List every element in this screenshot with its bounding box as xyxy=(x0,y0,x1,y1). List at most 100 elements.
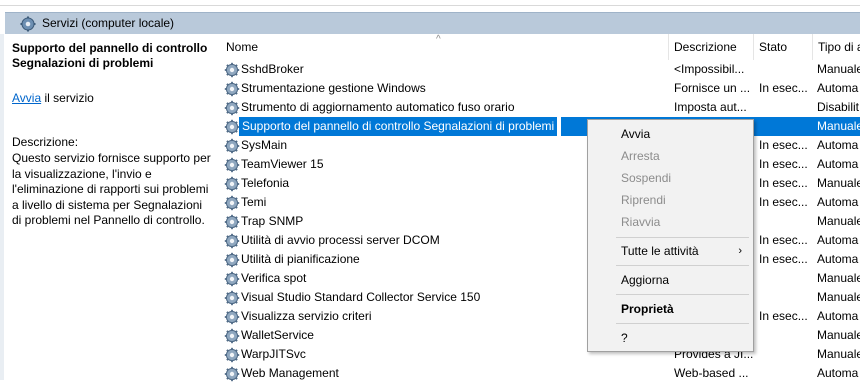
table-row[interactable]: TeamViewer 15 In esec... Automa xyxy=(221,155,860,174)
table-row[interactable]: Strumentazione gestione Windows Fornisce … xyxy=(221,79,860,98)
service-name: Visual Studio Standard Collector Service… xyxy=(241,290,481,304)
menu-item-all-tasks[interactable]: Tutte le attività › xyxy=(588,240,753,262)
menu-item-restart[interactable]: Riavvia xyxy=(588,211,753,233)
menu-separator xyxy=(616,237,749,238)
service-startup-type: Manuale xyxy=(817,290,860,304)
service-name: Utilità di avvio processi server DCOM xyxy=(241,233,440,247)
services-list[interactable]: ^ Nome Descrizione Stato Tipo di a SshdB… xyxy=(216,34,860,383)
service-gear-icon xyxy=(224,214,240,230)
service-startup-type: Manuale xyxy=(817,62,860,76)
service-startup-type: Automa xyxy=(817,138,859,152)
service-status: In esec... xyxy=(759,195,808,209)
table-row[interactable]: Verifica spot Manuale xyxy=(221,269,860,288)
window-top-edge xyxy=(0,0,860,6)
service-description: <Impossibil... xyxy=(674,62,745,76)
menu-separator xyxy=(616,265,749,266)
table-row[interactable]: SshdBroker <Impossibil... Manuale xyxy=(221,60,860,79)
service-gear-icon xyxy=(224,100,240,116)
service-gear-icon xyxy=(224,309,240,325)
service-name: Strumento di aggiornamento automatico fu… xyxy=(241,100,515,114)
service-status: In esec... xyxy=(759,176,808,190)
service-gear-icon xyxy=(224,252,240,268)
service-name: Visualizza servizio criteri xyxy=(241,309,372,323)
service-status: In esec... xyxy=(759,157,808,171)
service-name: SysMain xyxy=(241,138,288,152)
service-gear-icon xyxy=(224,138,240,154)
menu-item-stop[interactable]: Arresta xyxy=(588,145,753,167)
service-startup-type: Manuale xyxy=(817,271,860,285)
service-gear-icon xyxy=(224,347,240,363)
table-row[interactable]: Utilità di avvio processi server DCOM In … xyxy=(221,231,860,250)
menu-item-pause[interactable]: Sospendi xyxy=(588,167,753,189)
service-name: Temi xyxy=(241,195,267,209)
service-status: In esec... xyxy=(759,233,808,247)
service-startup-type: Manuale xyxy=(817,328,860,342)
service-description: Imposta aut... xyxy=(674,100,747,114)
details-action: Avvia il servizio xyxy=(12,91,94,105)
table-row[interactable]: Supporto del pannello di controllo Segna… xyxy=(221,117,860,136)
table-row[interactable]: Visual Studio Standard Collector Service… xyxy=(221,288,860,307)
service-startup-type: Automa xyxy=(817,366,859,380)
service-startup-type: Automa xyxy=(817,195,859,209)
service-startup-type: Manuale xyxy=(817,214,860,228)
table-row[interactable]: Strumento di aggiornamento automatico fu… xyxy=(221,98,860,117)
details-pane: Supporto del pannello di controllo Segna… xyxy=(0,34,214,380)
service-name: WarpJITSvc xyxy=(241,347,306,361)
service-name: SshdBroker xyxy=(241,62,304,76)
column-header-name[interactable]: Nome xyxy=(221,34,669,60)
service-startup-type: Automa xyxy=(817,252,859,266)
service-description: Fornisce un ... xyxy=(674,81,751,95)
service-name: Web Management xyxy=(241,366,339,380)
column-header-status[interactable]: Stato xyxy=(754,34,813,60)
service-startup-type: Automa xyxy=(817,157,859,171)
service-gear-icon xyxy=(224,328,240,344)
table-row[interactable]: Telefonia In esec... Manuale xyxy=(221,174,860,193)
service-name: Strumentazione gestione Windows xyxy=(241,81,426,95)
details-heading: Supporto del pannello di controllo Segna… xyxy=(12,41,208,70)
services-gear-icon xyxy=(20,16,36,32)
column-header-description[interactable]: Descrizione xyxy=(669,34,754,60)
table-row[interactable]: SysMain In esec... Automa xyxy=(221,136,860,155)
service-name: Supporto del pannello di controllo Segna… xyxy=(239,117,558,136)
menu-separator xyxy=(616,323,749,324)
start-service-link[interactable]: Avvia xyxy=(12,91,41,105)
description-label: Descrizione: xyxy=(12,135,79,149)
menu-item-start[interactable]: Avvia xyxy=(588,123,753,145)
service-status: In esec... xyxy=(759,309,808,323)
service-name: Verifica spot xyxy=(241,271,307,285)
table-row[interactable]: Utilità di pianificazione In esec... Autom… xyxy=(221,250,860,269)
start-service-suffix: il servizio xyxy=(41,91,94,105)
service-startup-type: Manuale xyxy=(817,176,860,190)
service-status: In esec... xyxy=(759,252,808,266)
service-gear-icon xyxy=(224,271,240,287)
menu-item-help[interactable]: ? xyxy=(588,327,753,349)
service-status: In esec... xyxy=(759,81,808,95)
table-row[interactable]: WarpJITSvc Provides a JI... Manuale xyxy=(221,345,860,364)
console-title: Servizi (computer locale) xyxy=(42,16,175,30)
service-startup-type: Automa xyxy=(817,233,859,247)
service-gear-icon xyxy=(224,195,240,211)
column-header-startup-type[interactable]: Tipo di a xyxy=(813,34,860,60)
service-description: Web-based ... xyxy=(674,366,749,380)
table-row[interactable]: WalletService Manuale xyxy=(221,326,860,345)
context-menu: Avvia Arresta Sospendi Riprendi Riavvia … xyxy=(587,119,754,352)
menu-item-resume[interactable]: Riprendi xyxy=(588,189,753,211)
service-name: TeamViewer 15 xyxy=(241,157,324,171)
menu-item-properties[interactable]: Proprietà xyxy=(588,298,753,320)
service-startup-type: Manuale xyxy=(817,117,860,136)
service-gear-icon xyxy=(224,233,240,249)
service-gear-icon xyxy=(224,176,240,192)
service-gear-icon xyxy=(224,81,240,97)
service-gear-icon xyxy=(224,290,240,306)
service-name: WalletService xyxy=(241,328,314,342)
service-name: Trap SNMP xyxy=(241,214,304,228)
table-row[interactable]: Web Management Web-based ... Automa xyxy=(221,364,860,383)
table-row[interactable]: Temi In esec... Automa xyxy=(221,193,860,212)
table-row[interactable]: Visualizza servizio criteri In esec... Aut… xyxy=(221,307,860,326)
menu-item-refresh[interactable]: Aggiorna xyxy=(588,269,753,291)
service-gear-icon xyxy=(224,62,240,78)
service-startup-type: Disabilit xyxy=(817,100,860,114)
console-titlebar: Servizi (computer locale) xyxy=(5,12,860,34)
service-startup-type: Automa xyxy=(817,81,859,95)
table-row[interactable]: Trap SNMP Manuale xyxy=(221,212,860,231)
